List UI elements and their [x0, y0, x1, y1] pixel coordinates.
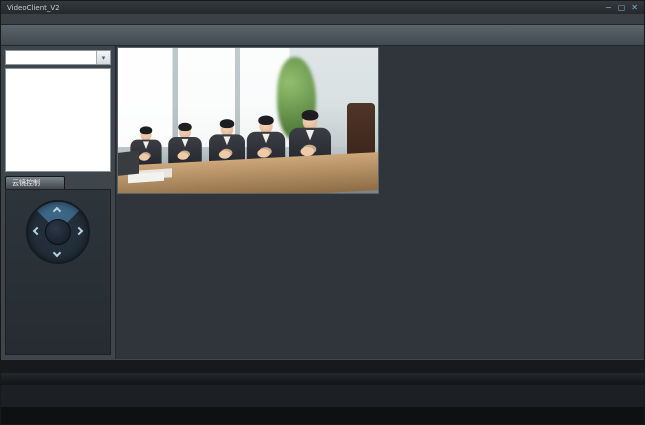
window-title: VideoClient_V2 [7, 4, 60, 12]
video-grid [116, 46, 644, 336]
alarm-table-header [1, 373, 644, 385]
close-button[interactable]: ✕ [631, 3, 638, 12]
nav-tab-bar [1, 25, 644, 46]
chevron-down-icon[interactable]: ▾ [96, 51, 110, 64]
window-controls: −▢ ✕ [605, 3, 638, 12]
menu-bar [1, 14, 644, 25]
maximize-button[interactable]: ▢ [618, 3, 626, 12]
alarm-panel [1, 359, 644, 407]
video-tile-live[interactable] [117, 47, 379, 194]
ptz-panel [5, 189, 111, 355]
ptz-down-icon[interactable] [53, 249, 61, 257]
ptz-right-icon[interactable] [75, 227, 83, 235]
device-tree [5, 68, 111, 172]
ptz-center-knob[interactable] [45, 219, 71, 245]
sidebar: ▾ 云镜控制 [1, 46, 116, 359]
ptz-panel-header[interactable]: 云镜控制 [5, 176, 65, 189]
video-main [116, 46, 644, 359]
bottom-toolbar [1, 407, 644, 424]
ptz-panel-title: 云镜控制 [12, 178, 40, 188]
app-window: VideoClient_V2 −▢ ✕ ▾ 云镜控制 [0, 0, 645, 425]
device-combo[interactable]: ▾ [5, 50, 111, 65]
ptz-dpad[interactable] [26, 200, 90, 264]
content-area: ▾ 云镜控制 [1, 46, 644, 359]
layout-bar [116, 336, 644, 359]
scene-laptop [117, 151, 139, 177]
device-combo-input[interactable] [6, 51, 96, 64]
alarm-tab-bar [1, 360, 644, 373]
ptz-up-icon[interactable] [53, 207, 61, 215]
minimize-button[interactable]: − [605, 3, 612, 12]
ptz-left-icon[interactable] [33, 227, 41, 235]
title-bar: VideoClient_V2 −▢ ✕ [1, 1, 644, 14]
